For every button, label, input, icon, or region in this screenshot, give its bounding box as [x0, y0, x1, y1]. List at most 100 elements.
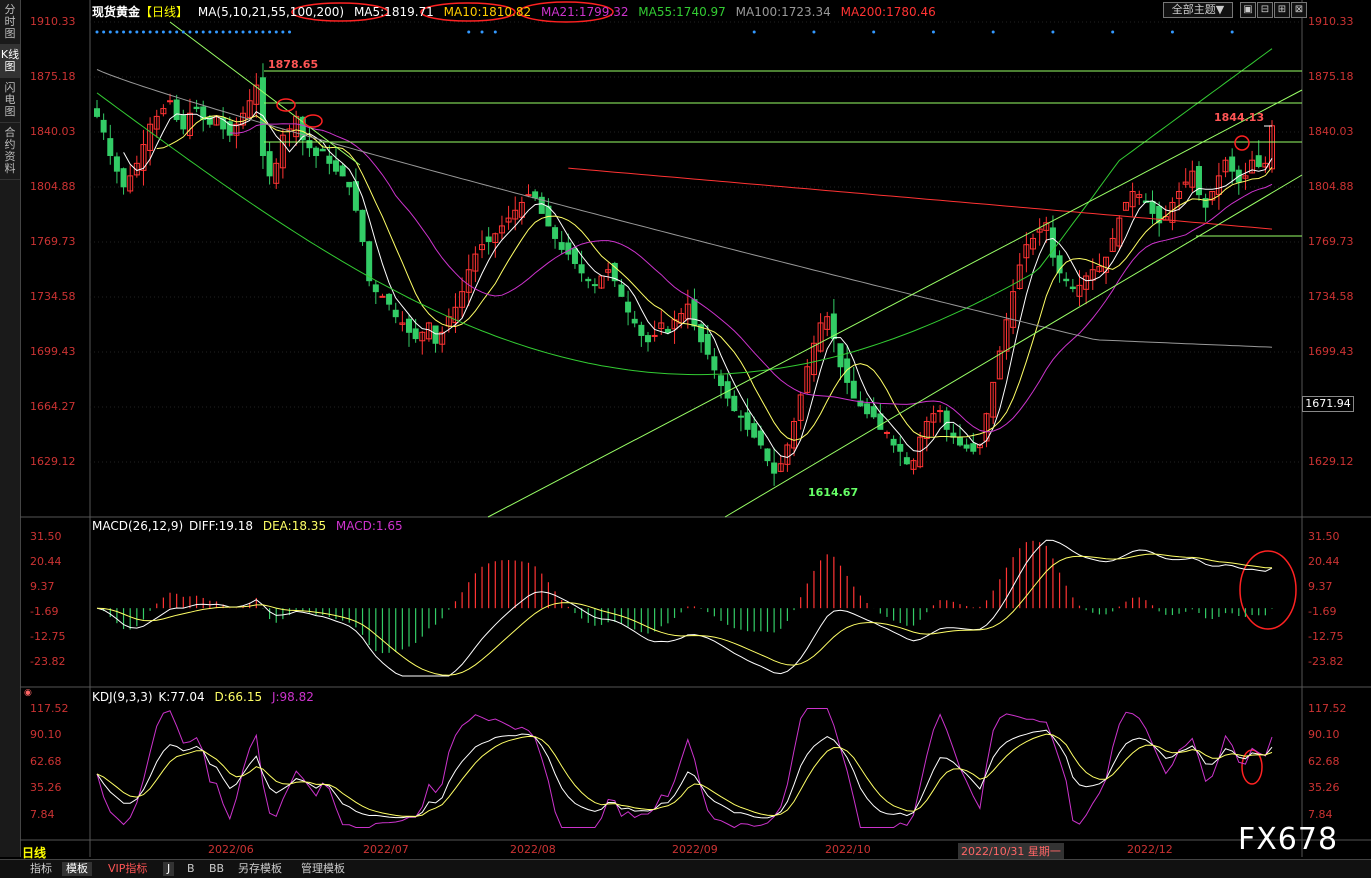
theme-selector-button[interactable]: 全部主题▼ — [1163, 2, 1233, 18]
highlight-circle — [1234, 135, 1250, 151]
candle-body — [412, 328, 419, 340]
candle-body — [1069, 286, 1076, 290]
macd-dea-line — [96, 553, 1273, 676]
candle-body — [532, 191, 539, 199]
candle-body — [864, 403, 871, 415]
tab-manage-template[interactable]: 管理模板 — [297, 862, 349, 876]
price-label-right: 1629.12 — [1308, 455, 1354, 468]
macd-label-left: 31.50 — [30, 530, 62, 543]
ma21-line — [229, 123, 1273, 433]
tab-j[interactable]: J — [163, 862, 175, 876]
candle-body — [883, 431, 890, 434]
date-label: 2022/10 — [825, 843, 871, 856]
highlight-circles — [276, 1, 1297, 785]
kdj-d-line — [96, 733, 1273, 817]
candle-body — [963, 444, 970, 449]
window-close-icon[interactable]: ⊠ — [1291, 2, 1307, 18]
candle-body — [625, 301, 632, 313]
signal-dot — [181, 30, 185, 34]
window-minimize-icon[interactable]: ⊟ — [1257, 2, 1273, 18]
kdj-k-line — [96, 729, 1273, 819]
macd-label-right: -23.82 — [1308, 655, 1344, 668]
signal-dot — [168, 30, 172, 34]
candle-body — [897, 443, 904, 452]
signal-dot — [214, 30, 218, 34]
window-maximize-icon[interactable]: ⊞ — [1274, 2, 1290, 18]
tab-bb[interactable]: BB — [205, 862, 228, 876]
kdj-label-right: 35.26 — [1308, 781, 1340, 794]
candle-body — [757, 430, 764, 446]
ma100-value: MA100:1723.34 — [735, 5, 831, 19]
candle-body — [771, 462, 778, 474]
candle-body — [107, 138, 114, 157]
date-label: 2022/06 — [208, 843, 254, 856]
price-label-right: 1875.18 — [1308, 70, 1354, 83]
ma-params: MA(5,10,21,55,100,200) — [197, 5, 345, 19]
recent-price-annotation: 1844.13 — [1214, 111, 1265, 124]
kdj-label-right: 62.68 — [1308, 755, 1340, 768]
tab-template[interactable]: 模板 — [62, 862, 92, 876]
ma10-value: MA10:1810.82 — [443, 5, 532, 19]
macd-label-left: 20.44 — [30, 555, 62, 568]
settings-dot-icon[interactable]: ◉ — [24, 688, 34, 698]
tab-indicator[interactable]: 指标 — [26, 862, 56, 876]
candle-body — [313, 147, 320, 157]
ma200-value: MA200:1780.46 — [840, 5, 936, 19]
candle-body — [167, 100, 174, 103]
tab-vip-indicator[interactable]: VIP指标 — [104, 862, 151, 876]
candle-body — [346, 181, 353, 188]
ma21-value: MA21:1799.32 — [540, 5, 629, 19]
signal-dot — [128, 30, 132, 34]
kline-chart[interactable] — [0, 0, 1371, 877]
signal-dot — [122, 30, 126, 34]
candle-body — [844, 358, 851, 383]
signal-dots — [95, 30, 1234, 34]
signal-dot — [195, 30, 199, 34]
candle-body — [651, 334, 658, 337]
date-label: 2022/12 — [1127, 843, 1173, 856]
candle-body — [1255, 155, 1262, 167]
candle-body — [870, 406, 877, 418]
symbol-name: 现货黄金 — [92, 5, 141, 19]
signal-dot — [108, 30, 112, 34]
candle-body — [94, 108, 100, 117]
tab-b[interactable]: B — [183, 862, 199, 876]
candle-body — [631, 318, 638, 324]
macd-dea: DEA:18.35 — [262, 519, 327, 533]
candle-body — [890, 438, 897, 446]
candle-body — [193, 106, 200, 110]
tab-save-template[interactable]: 另存模板 — [234, 862, 286, 876]
chart-header: 现货黄金【日线】 MA(5,10,21,55,100,200) MA5:1819… — [92, 3, 942, 20]
candle-body — [525, 194, 532, 197]
candle-body — [406, 318, 413, 333]
window-restore-icon[interactable]: ▣ — [1240, 2, 1256, 18]
candle-body — [332, 160, 339, 172]
candle-body — [266, 151, 273, 177]
macd-label-left: 9.37 — [30, 580, 55, 593]
price-label-left: 1840.03 — [30, 125, 76, 138]
macd-label-left: -23.82 — [30, 655, 66, 668]
candle-body — [100, 119, 107, 133]
candle-body — [366, 241, 373, 282]
macd-diff: DIFF:19.18 — [188, 519, 254, 533]
candle-body — [485, 236, 492, 243]
kdj-label-left: 35.26 — [30, 781, 62, 794]
channel-upper-line — [487, 89, 1303, 518]
signal-dot — [991, 30, 995, 34]
kdj-chart — [96, 708, 1273, 829]
signal-dot — [752, 30, 756, 34]
bottom-tab-bar: 指标 模板 VIP指标 J B BB 另存模板 管理模板 — [0, 859, 1371, 878]
signal-dot — [161, 30, 165, 34]
signal-dot — [1230, 30, 1234, 34]
kdj-label-right: 7.84 — [1308, 808, 1333, 821]
price-label-right: 1804.88 — [1308, 180, 1354, 193]
candle-body — [970, 443, 977, 452]
candle-body — [578, 264, 585, 274]
candle-body — [644, 335, 651, 343]
candle-body — [552, 227, 559, 239]
signal-dot — [148, 30, 152, 34]
signal-dot — [281, 30, 285, 34]
date-label: 2022/08 — [510, 843, 556, 856]
date-label: 2022/09 — [672, 843, 718, 856]
ma55-value: MA55:1740.97 — [638, 5, 726, 19]
